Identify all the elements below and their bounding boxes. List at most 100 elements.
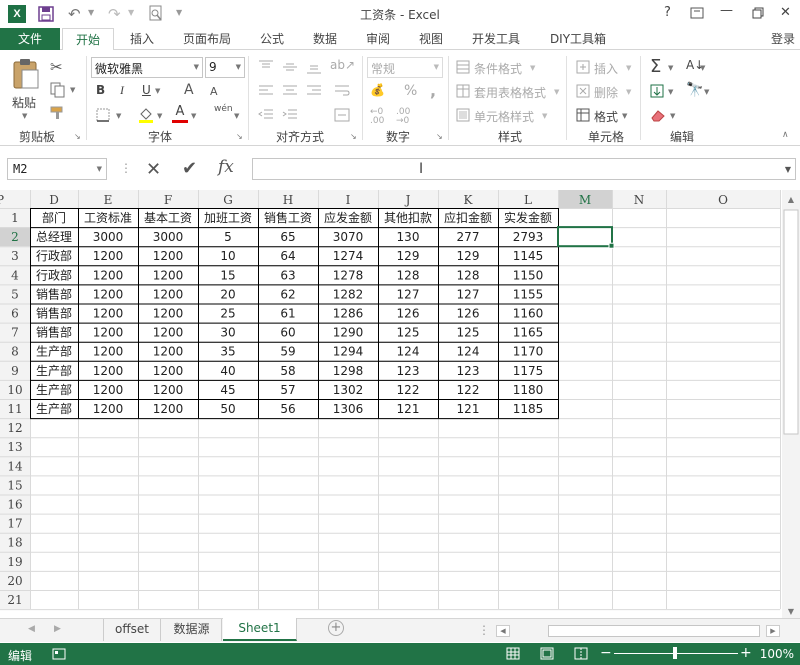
tab-view[interactable]: 视图 — [409, 28, 453, 50]
active-cell[interactable] — [557, 226, 613, 248]
minimize-button[interactable]: — — [720, 3, 733, 18]
h-scrollbar-thumb[interactable] — [548, 625, 760, 637]
number-format-dropdown-icon[interactable]: ▼ — [434, 63, 439, 71]
save-icon[interactable] — [38, 6, 54, 22]
page-break-view-icon[interactable] — [574, 647, 588, 660]
name-box[interactable]: M2 ▼ — [7, 158, 107, 180]
page-layout-view-icon[interactable] — [540, 647, 554, 660]
align-right-icon[interactable] — [306, 84, 322, 98]
align-middle-icon[interactable] — [282, 60, 298, 74]
increase-indent-icon[interactable] — [282, 108, 298, 122]
percent-button[interactable]: % — [404, 83, 417, 99]
normal-view-icon[interactable] — [506, 647, 520, 660]
align-center-icon[interactable] — [282, 84, 298, 98]
fill-dropdown-icon[interactable]: ▼ — [668, 88, 673, 96]
restore-icon[interactable] — [752, 7, 764, 19]
number-format-combo[interactable]: 常规 ▼ — [367, 57, 443, 78]
format-cells-dropdown-icon[interactable]: ▼ — [622, 112, 627, 120]
decrease-indent-icon[interactable] — [258, 108, 274, 122]
confirm-entry-icon[interactable]: ✔ — [182, 158, 197, 179]
paste-button-label[interactable]: 粘贴 — [12, 94, 36, 111]
border-icon[interactable] — [96, 108, 110, 122]
formula-bar-grip-icon[interactable]: ⋮ — [120, 161, 132, 175]
insert-cells-button[interactable]: 插入 — [594, 60, 618, 77]
tab-insert[interactable]: 插入 — [120, 28, 164, 50]
collapse-ribbon-icon[interactable]: ∧ — [782, 130, 789, 140]
tab-formulas[interactable]: 公式 — [250, 28, 294, 50]
clear-dropdown-icon[interactable]: ▼ — [670, 112, 675, 120]
tab-home[interactable]: 开始 — [62, 28, 114, 51]
underline-dropdown-icon[interactable]: ▼ — [155, 87, 160, 95]
tab-diy-toolbox[interactable]: DIY工具箱 — [540, 28, 616, 50]
zoom-level[interactable]: 100% — [750, 647, 794, 661]
copy-icon[interactable] — [50, 82, 66, 98]
print-preview-icon[interactable] — [148, 5, 164, 23]
close-button[interactable]: ✕ — [780, 5, 791, 20]
shrink-font-button[interactable]: A — [210, 85, 218, 98]
h-scroll-right-icon[interactable]: ▶ — [766, 625, 780, 637]
sheet-scroll-left-icon[interactable]: ◀ — [28, 624, 35, 634]
underline-button[interactable]: U — [142, 83, 151, 97]
font-name-combo[interactable]: 微软雅黑 ▼ — [91, 57, 203, 78]
number-launcher-icon[interactable]: ↘ — [436, 132, 443, 141]
cell-styles-dropdown-icon[interactable]: ▼ — [542, 112, 547, 120]
sheet-scroll-right-icon[interactable]: ▶ — [54, 624, 61, 634]
tab-developer[interactable]: 开发工具 — [466, 28, 526, 50]
customize-qat-icon[interactable]: ▼ — [176, 8, 182, 17]
bold-button[interactable]: B — [96, 83, 105, 97]
align-bottom-icon[interactable] — [306, 60, 322, 74]
phonetic-guide-button[interactable]: wén — [214, 104, 233, 114]
cell-styles-icon[interactable] — [456, 108, 470, 122]
zoom-out-button[interactable]: − — [600, 645, 612, 661]
phonetic-dropdown-icon[interactable]: ▼ — [234, 112, 239, 120]
comma-button[interactable]: , — [430, 81, 436, 100]
worksheet-grid[interactable]: DEFGHIJKLMNOP123456789101112131415161718… — [0, 190, 800, 618]
cancel-entry-icon[interactable]: ✕ — [146, 159, 161, 180]
font-size-dropdown-icon[interactable]: ▼ — [236, 63, 241, 71]
undo-dropdown-icon[interactable]: ▼ — [88, 8, 94, 17]
font-launcher-icon[interactable]: ↘ — [236, 132, 243, 141]
autosum-dropdown-icon[interactable]: ▼ — [668, 64, 673, 72]
grow-font-button[interactable]: A — [184, 82, 194, 98]
align-top-icon[interactable] — [258, 60, 274, 74]
format-as-table-dropdown-icon[interactable]: ▼ — [554, 88, 559, 96]
format-as-table-button[interactable]: 套用表格格式 — [474, 84, 546, 101]
find-select-icon[interactable]: 🔭 — [686, 82, 703, 98]
format-painter-icon[interactable] — [50, 106, 66, 120]
fill-color-dropdown-icon[interactable]: ▼ — [157, 112, 162, 120]
new-sheet-icon[interactable]: + — [328, 620, 344, 636]
clipboard-launcher-icon[interactable]: ↘ — [74, 132, 81, 141]
delete-cells-dropdown-icon[interactable]: ▼ — [626, 88, 631, 96]
conditional-format-dropdown-icon[interactable]: ▼ — [530, 64, 535, 72]
italic-button[interactable]: I — [120, 83, 124, 98]
grid-canvas[interactable]: DEFGHIJKLMNOP123456789101112131415161718… — [0, 190, 800, 618]
help-button[interactable]: ? — [664, 5, 671, 20]
format-cells-icon[interactable] — [576, 108, 590, 122]
tab-split-grip-icon[interactable]: ⋮ — [478, 623, 490, 637]
conditional-format-button[interactable]: 条件格式 — [474, 60, 522, 77]
font-color-dropdown-icon[interactable]: ▼ — [191, 112, 196, 120]
paste-dropdown-icon[interactable]: ▼ — [22, 112, 27, 120]
font-name-dropdown-icon[interactable]: ▼ — [194, 63, 199, 71]
h-scroll-left-icon[interactable]: ◀ — [496, 625, 510, 637]
tab-review[interactable]: 审阅 — [356, 28, 400, 50]
autosum-icon[interactable]: Σ — [650, 56, 661, 77]
insert-cells-icon[interactable] — [576, 60, 590, 74]
cut-icon[interactable]: ✂ — [50, 58, 63, 76]
format-as-table-icon[interactable] — [456, 84, 470, 98]
redo-icon[interactable]: ↷ — [108, 6, 121, 22]
clear-icon[interactable] — [650, 108, 666, 122]
font-color-button[interactable]: A — [172, 105, 188, 123]
align-left-icon[interactable] — [258, 84, 274, 98]
name-box-dropdown-icon[interactable]: ▼ — [97, 165, 102, 173]
fill-handle[interactable] — [608, 242, 615, 249]
login-link[interactable]: 登录 — [766, 28, 800, 50]
insert-function-icon[interactable]: fx — [218, 157, 234, 177]
delete-cells-button[interactable]: 删除 — [594, 84, 618, 101]
format-cells-button[interactable]: 格式 — [594, 108, 618, 125]
macro-record-icon[interactable] — [52, 648, 66, 660]
tab-file[interactable]: 文件 — [0, 28, 60, 50]
fill-icon[interactable] — [650, 84, 664, 98]
increase-decimal-icon[interactable]: ←0.00 — [370, 108, 384, 126]
copy-dropdown-icon[interactable]: ▼ — [70, 86, 75, 94]
